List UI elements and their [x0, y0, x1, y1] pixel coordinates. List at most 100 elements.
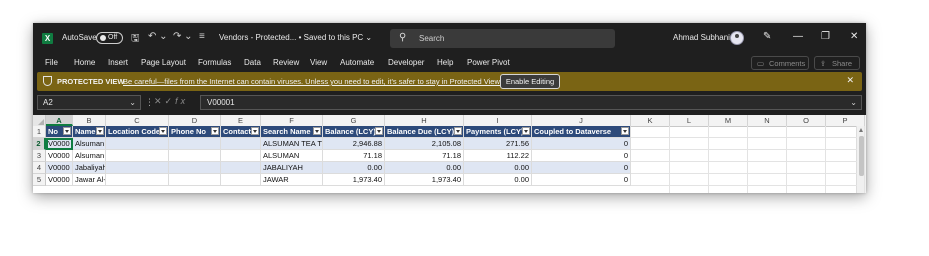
tab-help[interactable]: Help — [437, 58, 453, 67]
more-options-icon[interactable]: ⋮ — [145, 97, 154, 108]
table-cell[interactable] — [106, 174, 169, 186]
table-cell[interactable]: 0.00 — [385, 162, 464, 174]
pen-icon[interactable]: ✎ — [763, 31, 771, 42]
table-cell[interactable] — [221, 138, 261, 150]
tab-review[interactable]: Review — [273, 58, 299, 67]
share-button[interactable]: ⇪ Share — [814, 56, 860, 70]
table-cell[interactable]: Jabaliyah — [73, 162, 106, 174]
column-header-g[interactable]: G — [323, 115, 385, 126]
column-header-n[interactable]: N — [748, 115, 787, 126]
table-cell[interactable]: 0 — [532, 150, 631, 162]
table-cell[interactable]: ALSUMAN — [261, 150, 323, 162]
column-header-m[interactable]: M — [709, 115, 748, 126]
table-cell[interactable] — [221, 174, 261, 186]
table-cell[interactable]: V0000 — [46, 138, 73, 150]
column-title[interactable]: Contact — [221, 126, 261, 138]
table-cell[interactable]: 1,973.40 — [323, 174, 385, 186]
tab-data[interactable]: Data — [244, 58, 261, 67]
column-header-l[interactable]: L — [670, 115, 709, 126]
formula-input[interactable]: V00001 ⌄ — [200, 95, 862, 110]
spreadsheet-grid[interactable]: ABCDEFGHIJKLMNOP 1 No Name Location Code Pho… — [33, 115, 866, 193]
table-cell[interactable] — [169, 150, 221, 162]
redo-icon[interactable]: ↷ ⌄ — [173, 31, 193, 42]
column-title[interactable]: Payments (LCY) — [464, 126, 532, 138]
column-header-h[interactable]: H — [385, 115, 464, 126]
filter-dropdown-icon[interactable] — [375, 127, 383, 135]
column-header-j[interactable]: J — [532, 115, 631, 126]
document-title[interactable]: Vendors - Protected... • Saved to this P… — [219, 33, 372, 42]
column-title[interactable]: Search Name — [261, 126, 323, 138]
comments-button[interactable]: ▭ Comments — [751, 56, 809, 70]
table-cell[interactable]: 1,973.40 — [385, 174, 464, 186]
minimize-icon[interactable]: — — [793, 31, 803, 42]
protected-view-message[interactable]: Be careful—files from the Internet can c… — [123, 77, 502, 86]
table-cell[interactable]: 0.00 — [464, 174, 532, 186]
select-all-corner[interactable] — [33, 115, 46, 126]
table-cell[interactable]: Jawar Al- — [73, 174, 106, 186]
table-cell[interactable]: 0 — [532, 174, 631, 186]
column-header-e[interactable]: E — [221, 115, 261, 126]
table-cell[interactable] — [106, 150, 169, 162]
fx-label[interactable]: fx — [175, 96, 188, 106]
filter-dropdown-icon[interactable] — [454, 127, 462, 135]
close-icon[interactable]: ✕ — [850, 31, 858, 42]
table-cell[interactable]: 0 — [532, 162, 631, 174]
tab-home[interactable]: Home — [74, 58, 95, 67]
table-cell[interactable]: 2,105.08 — [385, 138, 464, 150]
expand-formula-icon[interactable]: ⌄ — [850, 96, 857, 109]
column-header-a[interactable]: A — [46, 115, 73, 126]
search-box[interactable]: ⚲ Search — [390, 29, 615, 48]
column-header-c[interactable]: C — [106, 115, 169, 126]
save-icon[interactable]: 🖫 — [131, 31, 140, 48]
column-title[interactable]: No — [46, 126, 73, 138]
close-icon[interactable]: ✕ — [846, 75, 854, 86]
tab-developer[interactable]: Developer — [388, 58, 424, 67]
column-title[interactable]: Coupled to Dataverse — [532, 126, 631, 138]
row-header-2[interactable]: 2 — [33, 138, 46, 150]
table-cell[interactable]: 2,946.88 — [323, 138, 385, 150]
table-cell[interactable]: 112.22 — [464, 150, 532, 162]
table-cell[interactable]: JABALIYAH — [261, 162, 323, 174]
table-cell[interactable] — [106, 162, 169, 174]
column-header-p[interactable]: P — [826, 115, 865, 126]
filter-dropdown-icon[interactable] — [211, 127, 219, 135]
column-title[interactable]: Balance Due (LCY) — [385, 126, 464, 138]
tab-power-pivot[interactable]: Power Pivot — [467, 58, 510, 67]
table-cell[interactable]: 71.18 — [323, 150, 385, 162]
tab-formulas[interactable]: Formulas — [198, 58, 231, 67]
column-title[interactable]: Balance (LCY) — [323, 126, 385, 138]
autosave-toggle[interactable]: Off — [96, 32, 123, 44]
column-header-o[interactable]: O — [787, 115, 826, 126]
row-header-1[interactable]: 1 — [33, 126, 46, 138]
column-header-d[interactable]: D — [169, 115, 221, 126]
table-cell[interactable]: 71.18 — [385, 150, 464, 162]
filter-dropdown-icon[interactable] — [251, 127, 259, 135]
tab-insert[interactable]: Insert — [108, 58, 128, 67]
enable-editing-button[interactable]: Enable Editing — [500, 74, 560, 89]
table-cell[interactable]: 271.56 — [464, 138, 532, 150]
table-cell[interactable]: 0 — [532, 138, 631, 150]
column-title[interactable]: Phone No — [169, 126, 221, 138]
restore-icon[interactable]: ❐ — [821, 31, 830, 42]
filter-dropdown-icon[interactable] — [522, 127, 530, 135]
table-cell[interactable]: Alsuman — [73, 138, 106, 150]
tab-file[interactable]: File — [45, 58, 58, 67]
tab-view[interactable]: View — [310, 58, 327, 67]
customize-qat-icon[interactable]: ≡ — [199, 31, 205, 42]
table-cell[interactable]: V0000 — [46, 174, 73, 186]
table-cell[interactable] — [221, 162, 261, 174]
avatar[interactable] — [730, 31, 744, 45]
filter-dropdown-icon[interactable] — [63, 127, 71, 135]
filter-dropdown-icon[interactable] — [159, 127, 167, 135]
filter-dropdown-icon[interactable] — [621, 127, 629, 135]
filter-dropdown-icon[interactable] — [96, 127, 104, 135]
table-cell[interactable]: ALSUMAN TEA T — [261, 138, 323, 150]
table-cell[interactable]: 0.00 — [464, 162, 532, 174]
table-cell[interactable] — [221, 150, 261, 162]
filter-dropdown-icon[interactable] — [313, 127, 321, 135]
tab-page-layout[interactable]: Page Layout — [141, 58, 186, 67]
column-header-b[interactable]: B — [73, 115, 106, 126]
name-box[interactable]: A2 ⌄ — [37, 95, 141, 110]
chevron-down-icon[interactable]: ⌄ — [129, 96, 136, 109]
table-cell[interactable] — [106, 138, 169, 150]
